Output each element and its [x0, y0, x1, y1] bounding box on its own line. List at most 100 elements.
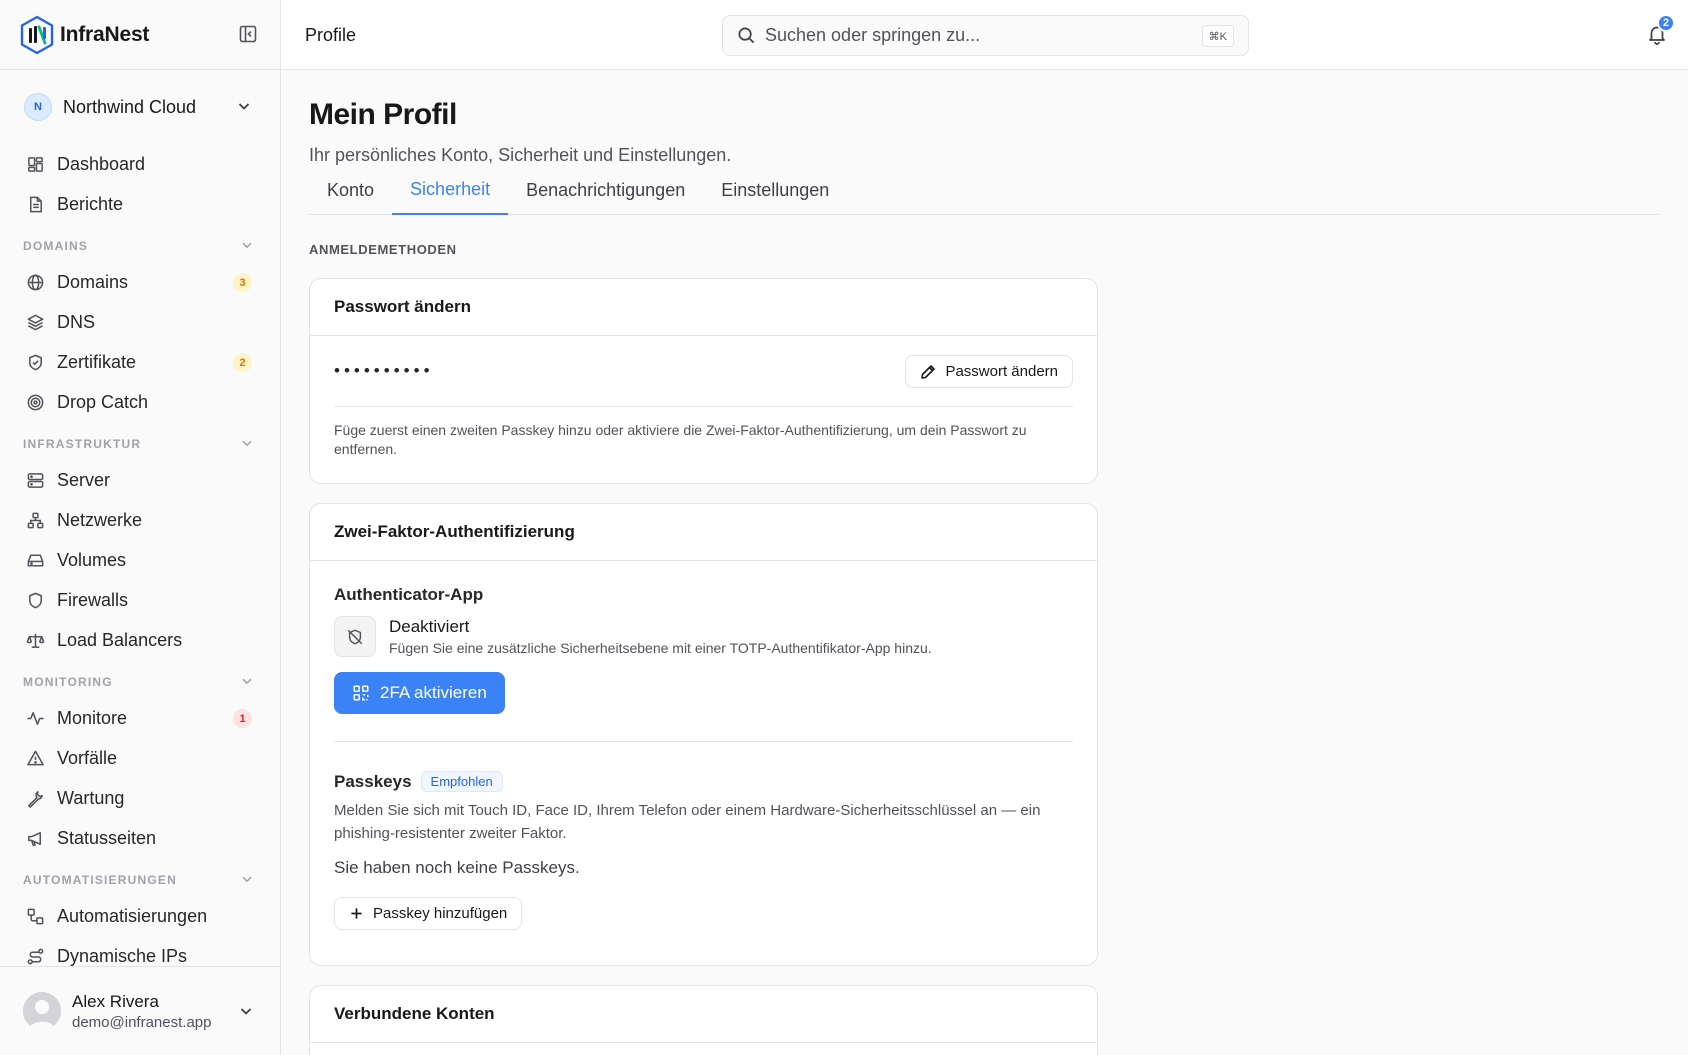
- nav-section-monitoring[interactable]: MONITORING: [0, 660, 280, 698]
- globe-icon: [26, 273, 45, 292]
- sidebar-item-netzwerke[interactable]: Netzwerke: [0, 500, 280, 540]
- password-note: Füge zuerst einen zweiten Passkey hinzu …: [334, 422, 1027, 457]
- sidebar-collapse-icon[interactable]: [238, 24, 260, 46]
- recommended-badge: Empfohlen: [420, 771, 503, 792]
- search-icon: [737, 26, 756, 45]
- sidebar-item-firewalls[interactable]: Firewalls: [0, 580, 280, 620]
- sidebar-item-label: Automatisierungen: [57, 905, 208, 926]
- sidebar-item-domains[interactable]: Domains 3: [0, 262, 280, 302]
- change-password-button[interactable]: Passwort ändern: [905, 355, 1073, 388]
- chevron-down-icon: [240, 238, 254, 252]
- search-input[interactable]: Suchen oder springen zu... ⌘K: [722, 15, 1249, 56]
- sidebar-item-label: Load Balancers: [57, 629, 183, 650]
- nav-section-title: AUTOMATISIERUNGEN: [23, 873, 177, 887]
- server-icon: [26, 471, 45, 490]
- card-title: Verbundene Konten: [310, 986, 1097, 1043]
- chevron-down-icon: [240, 674, 254, 688]
- megaphone-icon: [26, 829, 45, 848]
- count-badge: 3: [233, 273, 252, 292]
- breadcrumb: Profile: [305, 25, 357, 45]
- page-title: Mein Profil: [309, 98, 457, 131]
- user-menu[interactable]: Alex Rivera demo@infranest.app: [0, 966, 280, 1055]
- enable-2fa-button[interactable]: 2FA aktivieren: [334, 672, 505, 714]
- sidebar-item-berichte[interactable]: Berichte: [0, 184, 280, 224]
- sidebar-item-statusseiten[interactable]: Statusseiten: [0, 818, 280, 858]
- sidebar-item-drop-catch[interactable]: Drop Catch: [0, 382, 280, 422]
- workspace-avatar: N: [24, 93, 52, 121]
- qr-code-icon: [352, 684, 370, 702]
- sidebar-item-server[interactable]: Server: [0, 460, 280, 500]
- two-factor-card: Zwei-Faktor-Authentifizierung Authentica…: [309, 503, 1098, 966]
- sidebar-item-label: Berichte: [57, 193, 124, 214]
- avatar: [23, 992, 61, 1030]
- workspace-switcher[interactable]: N Northwind Cloud: [0, 70, 280, 144]
- network-icon: [26, 511, 45, 530]
- chevron-down-icon: [238, 1003, 254, 1019]
- sidebar-item-dns[interactable]: DNS: [0, 302, 280, 342]
- sidebar-item-dashboard[interactable]: Dashboard: [0, 144, 280, 184]
- main-content: Mein Profil Ihr persönliches Konto, Sich…: [281, 70, 1688, 1055]
- sidebar-item-vorfaelle[interactable]: Vorfälle: [0, 738, 280, 778]
- tab-benachrichtigungen[interactable]: Benachrichtigungen: [508, 166, 703, 215]
- button-label: Passkey hinzufügen: [373, 905, 508, 922]
- user-email: demo@infranest.app: [72, 1013, 212, 1031]
- sidebar-item-label: Domains: [57, 271, 129, 292]
- sidebar-item-label: Dynamische IPs: [57, 945, 188, 966]
- alert-triangle-icon: [26, 749, 45, 768]
- topbar: Profile Suchen oder springen zu... ⌘K 2: [281, 0, 1688, 70]
- brand-logo-icon[interactable]: [19, 15, 55, 55]
- shield-off-icon: [334, 616, 376, 657]
- sidebar-item-label: Server: [57, 469, 111, 490]
- add-passkey-button[interactable]: Passkey hinzufügen: [334, 897, 523, 930]
- chevron-down-icon: [236, 98, 252, 114]
- activity-icon: [26, 709, 45, 728]
- sidebar-item-load-balancers[interactable]: Load Balancers: [0, 620, 280, 660]
- keyboard-shortcut: ⌘K: [1201, 25, 1234, 47]
- sidebar-item-monitore[interactable]: Monitore 1: [0, 698, 280, 738]
- workspace-name: Northwind Cloud: [63, 96, 197, 117]
- status-title: Deaktiviert: [389, 617, 470, 636]
- nav-section-title: DOMAINS: [23, 239, 89, 253]
- shield-icon: [26, 591, 45, 610]
- passkeys-title: Passkeys: [334, 771, 412, 791]
- sidebar-item-label: Zertifikate: [57, 351, 137, 372]
- plus-icon: [349, 906, 364, 921]
- count-badge: 2: [233, 353, 252, 372]
- search-placeholder: Suchen oder springen zu...: [765, 25, 981, 45]
- layers-icon: [26, 313, 45, 332]
- nav-section-infrastruktur[interactable]: INFRASTRUKTUR: [0, 422, 280, 460]
- file-text-icon: [26, 195, 45, 214]
- nav-section-domains[interactable]: DOMAINS: [0, 224, 280, 262]
- password-card: Passwort ändern •••••••••• Passwort ände…: [309, 278, 1098, 484]
- shield-check-icon: [26, 353, 45, 372]
- tab-sicherheit[interactable]: Sicherheit: [392, 166, 509, 215]
- sidebar-nav: Dashboard Berichte DOMAINS Domains 3 DNS…: [0, 144, 280, 976]
- brand-name: InfraNest: [60, 22, 150, 46]
- sidebar-item-label: Vorfälle: [57, 747, 118, 768]
- sidebar-item-label: Statusseiten: [57, 827, 157, 848]
- tab-einstellungen[interactable]: Einstellungen: [703, 166, 847, 215]
- status-description: Fügen Sie eine zusätzliche Sicherheitseb…: [389, 640, 932, 656]
- nav-section-title: MONITORING: [23, 675, 113, 689]
- sidebar-item-wartung[interactable]: Wartung: [0, 778, 280, 818]
- scale-icon: [26, 631, 45, 650]
- nav-section-automatisierungen[interactable]: AUTOMATISIERUNGEN: [0, 858, 280, 896]
- notification-badge: 2: [1657, 14, 1675, 32]
- authenticator-app-title: Authenticator-App: [334, 585, 484, 604]
- sidebar-item-label: Dashboard: [57, 153, 146, 174]
- count-badge: 1: [233, 709, 252, 728]
- sidebar: InfraNest N Northwind Cloud Dashboard Be…: [0, 0, 281, 1055]
- sidebar-item-label: Monitore: [57, 707, 128, 728]
- sidebar-item-zertifikate[interactable]: Zertifikate 2: [0, 342, 280, 382]
- tab-konto[interactable]: Konto: [309, 166, 392, 215]
- route-icon: [26, 947, 45, 966]
- page-subtitle: Ihr persönliches Konto, Sicherheit und E…: [309, 145, 732, 165]
- sidebar-item-label: DNS: [57, 311, 96, 332]
- sidebar-item-automatisierungen[interactable]: Automatisierungen: [0, 896, 280, 936]
- chevron-down-icon: [240, 436, 254, 450]
- target-icon: [26, 393, 45, 412]
- sidebar-item-volumes[interactable]: Volumes: [0, 540, 280, 580]
- button-label: Passwort ändern: [945, 363, 1058, 380]
- dashboard-icon: [26, 155, 45, 174]
- sidebar-item-label: Drop Catch: [57, 391, 149, 412]
